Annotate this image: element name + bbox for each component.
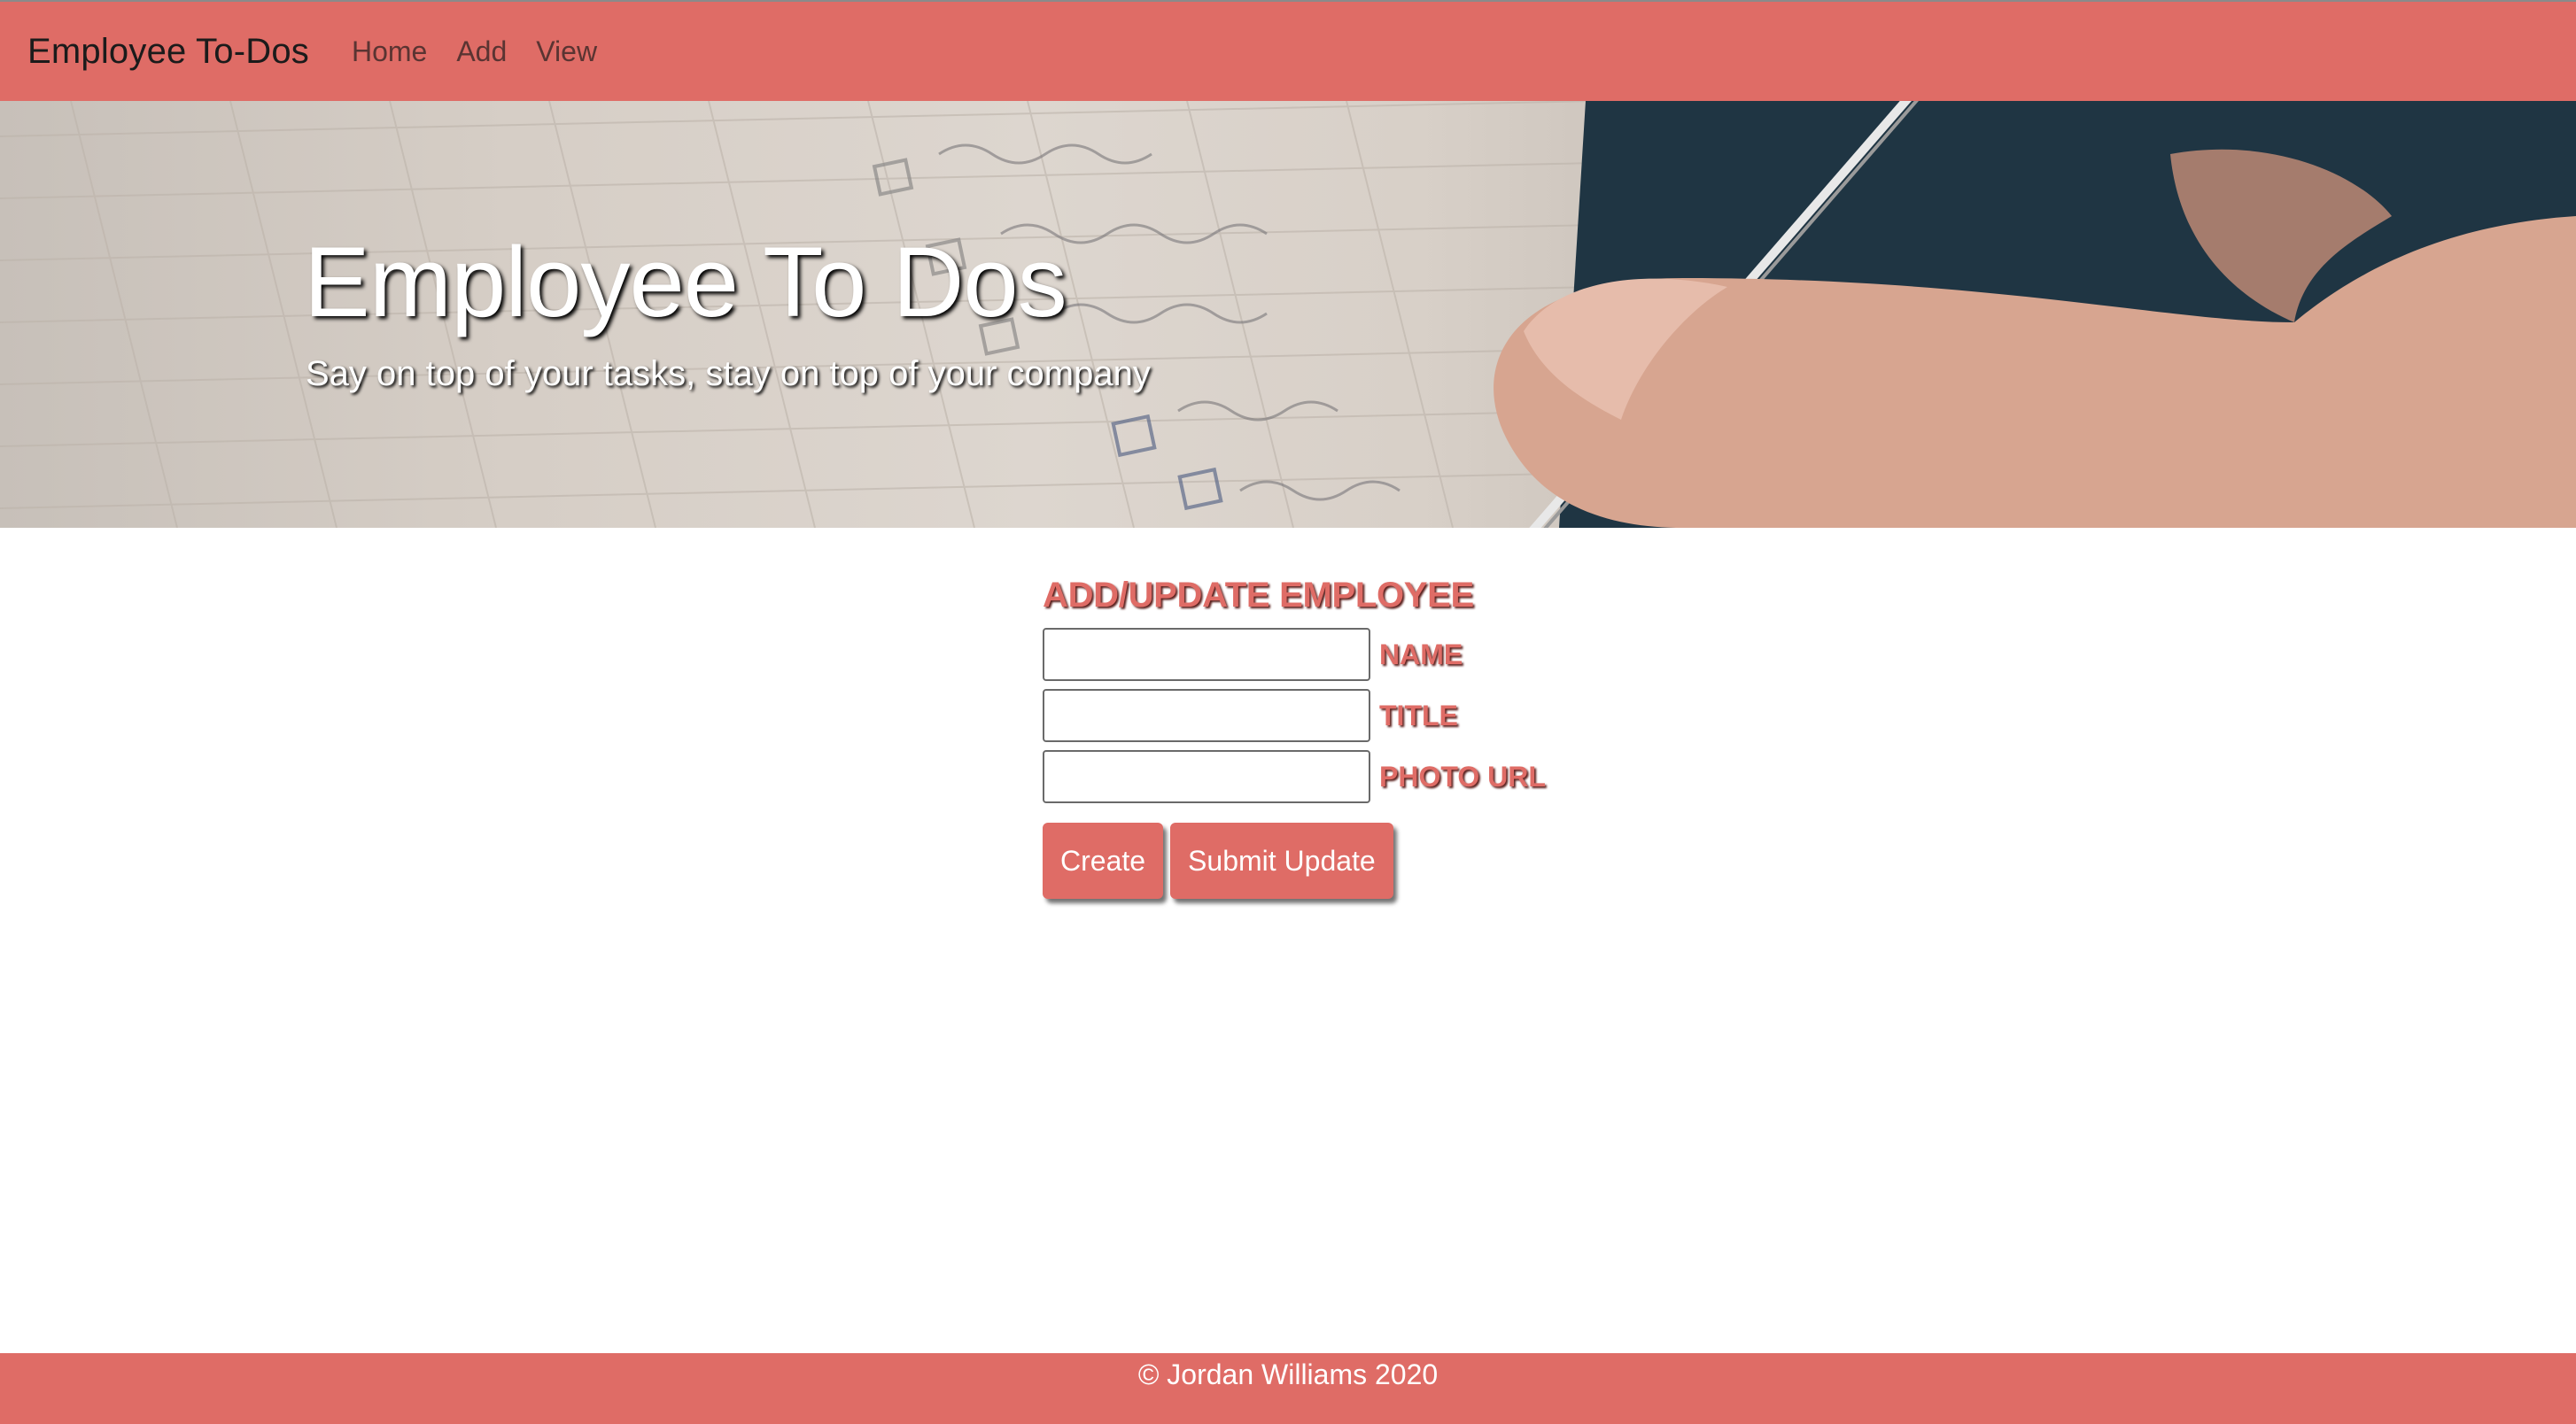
name-label: NAME xyxy=(1379,638,1463,670)
navbar: Employee To-Dos Home Add View xyxy=(0,0,2576,101)
page: Employee To-Dos Home Add View Employee T… xyxy=(0,0,2576,1424)
brand-link[interactable]: Employee To-Dos xyxy=(27,32,309,72)
form-buttons: Create Submit Update xyxy=(1043,823,1546,899)
title-input[interactable] xyxy=(1043,689,1370,742)
nav-link-home[interactable]: Home xyxy=(352,35,427,68)
footer: © Jordan Williams 2020 xyxy=(0,1353,2576,1424)
photo-url-input[interactable] xyxy=(1043,750,1370,803)
create-button[interactable]: Create xyxy=(1043,823,1164,899)
title-field-row: TITLE xyxy=(1043,689,1546,742)
title-label: TITLE xyxy=(1379,699,1458,731)
hero-title: Employee To Dos xyxy=(304,227,1067,337)
submit-update-button[interactable]: Submit Update xyxy=(1170,823,1393,899)
employee-form: ADD/UPDATE EMPLOYEE NAME TITLE PHOTO URL… xyxy=(1043,576,1546,899)
footer-copyright: © Jordan Williams 2020 xyxy=(1137,1358,1439,1390)
name-field-row: NAME xyxy=(1043,628,1546,681)
photo-url-field-row: PHOTO URL xyxy=(1043,750,1546,803)
hero-subtitle: Say on top of your tasks, stay on top of… xyxy=(306,354,1151,393)
nav-link-add[interactable]: Add xyxy=(456,35,507,68)
photo-url-label: PHOTO URL xyxy=(1379,760,1546,793)
nav-links: Home Add View xyxy=(352,35,626,68)
name-input[interactable] xyxy=(1043,628,1370,681)
form-heading: ADD/UPDATE EMPLOYEE xyxy=(1043,576,1474,615)
hero-banner: Employee To Dos Say on top of your tasks… xyxy=(0,101,2576,528)
nav-link-view[interactable]: View xyxy=(536,35,597,68)
